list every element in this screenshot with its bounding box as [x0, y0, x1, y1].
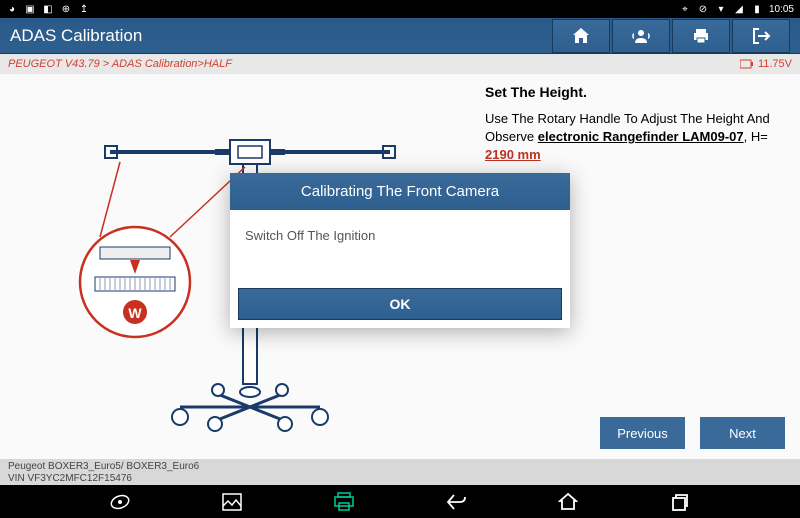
- calibration-modal: Calibrating The Front Camera Switch Off …: [230, 173, 570, 328]
- modal-title: Calibrating The Front Camera: [230, 173, 570, 210]
- modal-overlay: Calibrating The Front Camera Switch Off …: [0, 0, 800, 500]
- modal-footer: OK: [230, 280, 570, 328]
- modal-ok-button[interactable]: OK: [238, 288, 562, 320]
- modal-message: Switch Off The Ignition: [230, 210, 570, 280]
